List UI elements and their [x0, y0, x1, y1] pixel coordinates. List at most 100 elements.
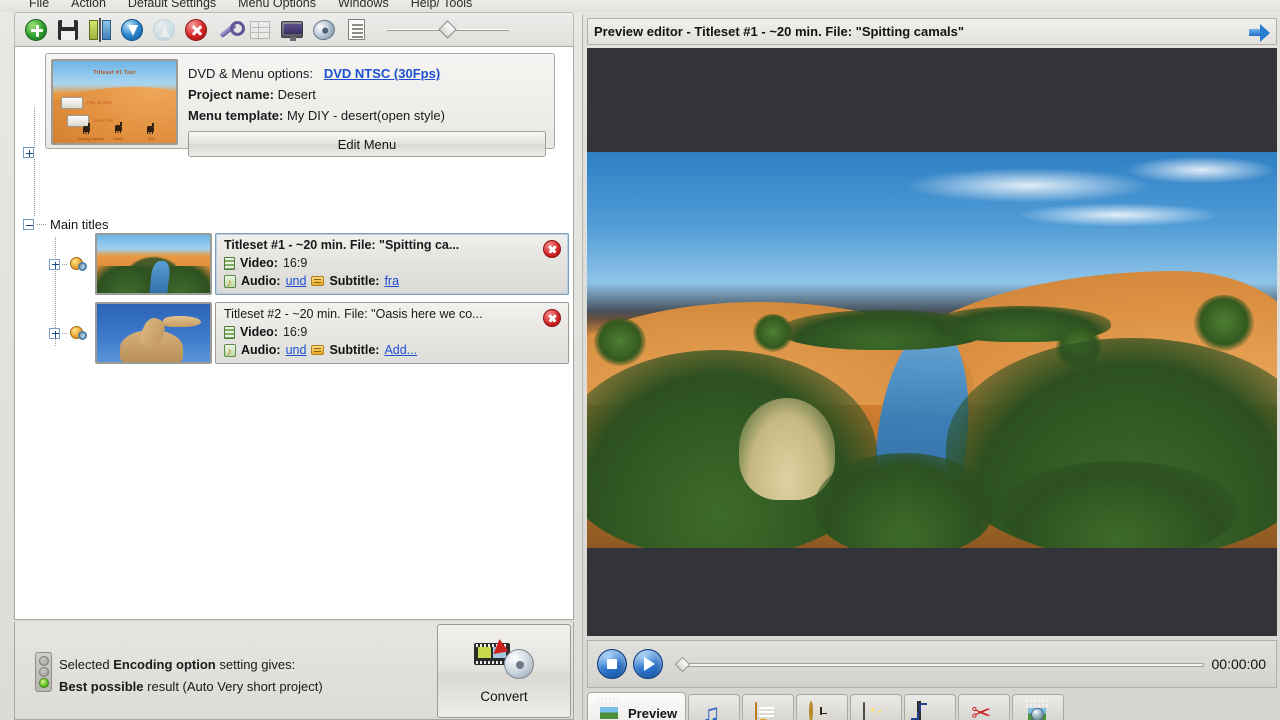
tree-dots [37, 224, 47, 225]
save-project-button[interactable] [55, 17, 81, 43]
tree-dots [62, 263, 68, 265]
titleset-1-expander-group [49, 256, 88, 272]
tab-subtitle[interactable] [742, 694, 795, 720]
edit-menu-button[interactable]: Edit Menu [188, 131, 546, 157]
settings-button[interactable] [215, 17, 245, 43]
quality-slider-knob[interactable] [438, 19, 457, 39]
quality-slider[interactable] [387, 19, 509, 40]
split-title-button[interactable] [87, 17, 113, 43]
disc-icon [310, 16, 338, 43]
project-tree-expander[interactable] [23, 147, 34, 158]
menu-help-tools[interactable]: Help/ Tools [400, 0, 484, 10]
move-up-button[interactable] [151, 17, 177, 43]
titleset-2-video-value: 16:9 [282, 325, 308, 339]
playback-controls: 00:00:00 [587, 640, 1277, 688]
burn-disc-button[interactable] [310, 16, 338, 43]
menu-windows[interactable]: Windows [327, 0, 400, 10]
menu-template-row: Menu template: My DIY - desert(open styl… [188, 105, 549, 126]
tab-audio[interactable] [688, 694, 741, 720]
status-line-2-bold: Best possible [59, 679, 144, 694]
tab-cut[interactable] [958, 694, 1011, 720]
titleset-2-info[interactable]: Titleset #2 - ~20 min. File: "Oasis here… [215, 302, 569, 364]
titleset-1-audio-label: Audio: [241, 274, 281, 288]
stop-button[interactable] [594, 646, 630, 682]
titleset-2-thumbnail[interactable] [95, 302, 212, 364]
table-view-button[interactable] [247, 17, 273, 43]
delete-circle-icon [185, 18, 207, 41]
titleset-1-thumbnail[interactable] [95, 233, 212, 295]
move-down-button[interactable] [119, 17, 145, 43]
main-titles-expander[interactable] [23, 219, 34, 230]
menu-action[interactable]: Action [60, 0, 117, 10]
editor-tab-bar: Preview ✦✦ [587, 692, 1277, 720]
menu-template-thumbnail[interactable]: Titleset #1 Test Play all titles Select … [51, 59, 178, 145]
tab-crop[interactable] [904, 694, 957, 720]
project-name-label: Project name: [188, 87, 274, 102]
seek-slider-track [684, 663, 1204, 667]
scissors-icon [971, 703, 997, 720]
arrow-up-circle-icon [153, 18, 175, 41]
main-toolbar [14, 12, 574, 46]
dvd-menu-options-label: DVD & Menu options: [188, 66, 314, 81]
titleset-1-title: Titleset #1 - ~20 min. File: "Spitting c… [224, 238, 460, 252]
titleset-1-info[interactable]: Titleset #1 - ~20 min. File: "Spitting c… [215, 233, 569, 295]
tab-effects[interactable]: ✦✦ [850, 694, 903, 720]
arrow-right-icon[interactable] [1248, 23, 1270, 42]
tab-preview-label: Preview [628, 706, 678, 720]
menu-thumb-caption-3: Sun [148, 136, 156, 141]
preview-header-title: Preview editor - Titleset #1 - ~20 min. … [594, 24, 965, 39]
menu-file[interactable]: File [18, 0, 60, 10]
dvd-menu-options-link[interactable]: DVD NTSC (30Fps) [324, 66, 440, 81]
project-info-card: Titleset #1 Test Play all titles Select … [45, 53, 555, 157]
menu-thumb-camel-3 [147, 123, 154, 134]
film-picture-icon [596, 702, 622, 720]
titleset-2-delete-button[interactable] [543, 309, 561, 327]
convert-button[interactable]: Convert [437, 624, 571, 718]
titleset-1-delete-button[interactable] [543, 240, 561, 258]
status-line-1-bold: Encoding option [113, 657, 216, 672]
play-button[interactable] [630, 646, 666, 682]
titleset-1-video-line: Video: 16:9 [224, 254, 560, 272]
video-frame-image [587, 152, 1277, 548]
wrench-icon [217, 19, 245, 41]
tab-chapters[interactable] [796, 694, 849, 720]
seek-slider-knob[interactable] [674, 656, 691, 673]
titleset-2-expander[interactable] [49, 327, 60, 339]
log-document-button[interactable] [343, 17, 369, 43]
preview-header: Preview editor - Titleset #1 - ~20 min. … [587, 18, 1277, 45]
seek-slider[interactable] [674, 653, 1204, 675]
video-preview-area[interactable] [587, 48, 1277, 636]
titleset-row-2[interactable]: Titleset #2 - ~20 min. File: "Oasis here… [15, 302, 575, 364]
add-title-button[interactable] [23, 17, 49, 43]
delete-title-button[interactable] [183, 17, 209, 43]
titleset-2-subtitle-label: Subtitle: [329, 343, 380, 357]
encoding-quality-indicator [35, 652, 52, 692]
subtitle-icon [311, 276, 325, 286]
tree-line-top [34, 107, 35, 149]
menu-thumb-caption-2: Oasis [113, 136, 124, 141]
titleset-2-subtitle-link[interactable]: Add... [384, 341, 417, 359]
main-titles-node: Main titles [23, 217, 109, 232]
titleset-1-expander[interactable] [49, 258, 60, 270]
titleset-row-1[interactable]: Titleset #1 - ~20 min. File: "Spitting c… [15, 233, 575, 295]
lamp-green [38, 678, 49, 689]
titleset-2-audio-link[interactable]: und [286, 341, 307, 359]
titleset-1-audio-link[interactable]: und [286, 272, 307, 290]
preview-monitor-button[interactable] [279, 17, 305, 43]
encoding-status-text: Selected Encoding option setting gives: … [59, 654, 323, 698]
menu-menu-options[interactable]: Menu Options [227, 0, 327, 10]
menu-bar: File Action Default Settings Menu Option… [0, 0, 1280, 12]
menu-thumb-camel-2 [115, 122, 122, 133]
titleset-1-video-value: 16:9 [282, 256, 308, 270]
menu-default-settings[interactable]: Default Settings [117, 0, 227, 10]
menu-template-label: Menu template: [188, 108, 284, 123]
menu-thumb-label-1: Play all titles [87, 100, 113, 105]
document-icon [347, 19, 365, 40]
titleset-2-video-line: Video: 16:9 [224, 323, 560, 341]
titleset-1-subtitle-link[interactable]: fra [384, 272, 399, 290]
tab-preview[interactable]: Preview [587, 692, 687, 720]
menu-thumb-button-1 [61, 97, 83, 109]
titleset-disc-icon [70, 256, 88, 272]
tab-encode[interactable] [1012, 694, 1065, 720]
split-icon [89, 17, 111, 42]
